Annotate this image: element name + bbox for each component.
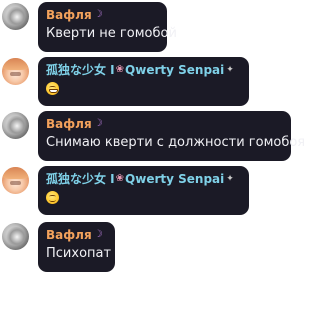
message-bubble[interactable]: 孤独な少女 I ❀ Qwerty Senpai ✦ (38, 57, 249, 106)
user-avatar[interactable] (2, 167, 29, 194)
grinning-face-icon (46, 82, 59, 95)
smiling-face-icon (46, 191, 59, 204)
chat-message: Вафля ☽ Кверти не гомобой (0, 2, 177, 52)
author-name[interactable]: Вафля (46, 7, 92, 23)
message-bubble[interactable]: 孤独な少女 I ❀ Qwerty Senpai ✦ (38, 166, 249, 215)
author-name-prefix[interactable]: 孤独な少女 I (46, 171, 115, 187)
moon-icon: ☽ (93, 118, 103, 129)
message-text: Психопат (46, 246, 112, 261)
fairy-icon: ✦ (226, 174, 234, 184)
chat-message: Вафля ☽ Снимаю кверти с должности гомобо… (0, 111, 306, 161)
flower-icon: ❀ (115, 64, 125, 75)
chat-message: 孤独な少女 I ❀ Qwerty Senpai ✦ (0, 57, 249, 106)
message-bubble[interactable]: Вафля ☽ Психопат (38, 222, 115, 272)
chat-message: 孤独な少女 I ❀ Qwerty Senpai ✦ (0, 166, 249, 215)
flower-icon: ❀ (115, 173, 125, 184)
author-name-prefix[interactable]: 孤独な少女 I (46, 62, 115, 78)
author-line: Вафля ☽ (46, 227, 106, 243)
message-bubble[interactable]: Вафля ☽ Кверти не гомобой (38, 2, 177, 52)
author-line: 孤独な少女 I ❀ Qwerty Senpai ✦ (46, 171, 240, 187)
message-bubble[interactable]: Вафля ☽ Снимаю кверти с должности гомобо… (38, 111, 306, 161)
author-line: Вафля ☽ (46, 116, 282, 132)
author-name[interactable]: Qwerty Senpai (125, 62, 224, 78)
user-avatar[interactable] (2, 223, 29, 250)
author-line: 孤独な少女 I ❀ Qwerty Senpai ✦ (46, 62, 240, 78)
moon-icon: ☽ (93, 229, 103, 240)
author-line: Вафля ☽ (46, 7, 158, 23)
author-name[interactable]: Qwerty Senpai (125, 171, 224, 187)
user-avatar[interactable] (2, 112, 29, 139)
moon-icon: ☽ (93, 9, 103, 20)
author-name[interactable]: Вафля (46, 116, 92, 132)
user-avatar[interactable] (2, 58, 29, 85)
user-avatar[interactable] (2, 3, 29, 30)
chat-message: Вафля ☽ Психопат (0, 222, 115, 272)
fairy-icon: ✦ (226, 65, 234, 75)
message-text: Кверти не гомобой (46, 26, 177, 41)
message-text: Снимаю кверти с должности гомобоя (46, 135, 306, 150)
author-name[interactable]: Вафля (46, 227, 92, 243)
